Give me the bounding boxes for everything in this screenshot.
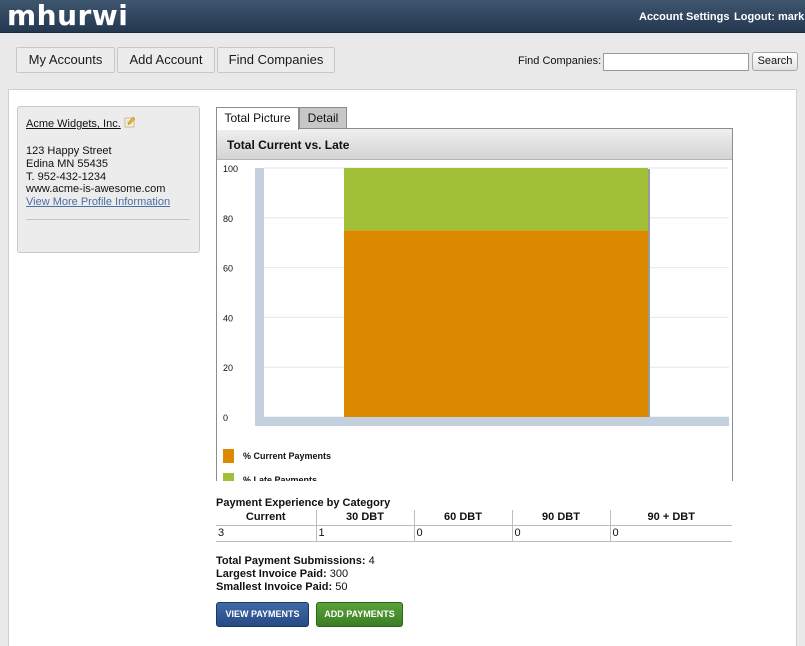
top-bar: mhurwi Account Settings Logout: mark xyxy=(0,0,805,33)
company-name-link[interactable]: Acme Widgets, Inc. xyxy=(26,118,121,130)
phone-number: T. 952-432-1234 xyxy=(26,171,107,183)
tab-detail[interactable]: Detail xyxy=(299,107,347,129)
app-logo[interactable]: mhurwi xyxy=(7,0,128,32)
y-tick-label: 20 xyxy=(223,363,233,373)
y-tick-label: 80 xyxy=(223,214,233,224)
table-cell: 0 xyxy=(610,525,732,542)
stat-label: Total Payment Submissions: xyxy=(216,555,366,567)
legend-swatch xyxy=(223,449,234,463)
chart-title: Total Current vs. Late xyxy=(227,138,350,152)
stacked-bar-chart: 0 20 40 60 80 100 xyxy=(223,164,729,426)
city-state-zip: Edina MN 55435 xyxy=(26,158,108,170)
search-button[interactable]: Search xyxy=(752,52,798,71)
table-cell: 1 xyxy=(316,525,415,542)
y-tick-label: 0 xyxy=(223,413,228,423)
total-submissions: Total Payment Submissions: 4 xyxy=(216,555,375,567)
smallest-invoice: Smallest Invoice Paid: 50 xyxy=(216,581,347,593)
y-tick-label: 60 xyxy=(223,264,233,274)
payment-experience-table: Current 30 DBT 60 DBT 90 DBT 90 + DBT 3 … xyxy=(216,510,732,542)
bar-shadow xyxy=(648,169,650,417)
chart-tick-labels: 0 20 40 60 80 100 xyxy=(223,164,238,423)
edit-icon[interactable] xyxy=(124,116,136,128)
legend-label: % Late Payments xyxy=(243,475,318,481)
legend-label: % Current Payments xyxy=(243,451,332,461)
largest-invoice: Largest Invoice Paid: 300 xyxy=(216,568,348,580)
account-settings-link[interactable]: Account Settings xyxy=(639,11,729,23)
find-companies-label: Find Companies: xyxy=(518,55,602,67)
table-cell: 3 xyxy=(216,525,317,542)
stat-value: 50 xyxy=(335,581,348,593)
view-payments-button[interactable]: VIEW PAYMENTS xyxy=(216,602,309,627)
y-axis-wall xyxy=(255,168,264,426)
table-row: 3 1 0 0 0 xyxy=(216,525,732,542)
column-header: Current xyxy=(216,510,317,526)
stat-label: Largest Invoice Paid: xyxy=(216,568,327,580)
add-payments-button[interactable]: ADD PAYMENTS xyxy=(316,602,403,627)
legend-swatch xyxy=(223,473,234,481)
view-more-profile-link[interactable]: View More Profile Information xyxy=(26,196,170,208)
payment-table-title: Payment Experience by Category xyxy=(216,497,391,509)
find-companies-button[interactable]: Find Companies xyxy=(217,47,335,73)
chart-bars xyxy=(344,168,650,417)
street-address: 123 Happy Street xyxy=(26,145,112,157)
my-accounts-button[interactable]: My Accounts xyxy=(16,47,115,73)
profile-divider xyxy=(26,219,190,220)
stat-value: 4 xyxy=(368,555,375,567)
bar-segment-late xyxy=(344,168,648,231)
column-header: 90 + DBT xyxy=(610,510,732,526)
logout-link[interactable]: Logout: mark xyxy=(734,11,804,23)
y-tick-label: 100 xyxy=(223,164,238,174)
table-header-row: Current 30 DBT 60 DBT 90 DBT 90 + DBT xyxy=(216,510,732,526)
bar-segment-current xyxy=(344,230,648,417)
x-axis-floor xyxy=(255,417,729,426)
column-header: 30 DBT xyxy=(316,510,415,526)
stat-label: Smallest Invoice Paid: xyxy=(216,581,333,593)
chart-header: Total Current vs. Late xyxy=(217,129,732,160)
column-header: 90 DBT xyxy=(512,510,611,526)
stat-value: 300 xyxy=(329,568,349,580)
chart-panel: Total Current vs. Late 0 20 40 60 80 100 % Cu… xyxy=(216,128,733,481)
table-cell: 0 xyxy=(414,525,513,542)
website: www.acme-is-awesome.com xyxy=(26,183,166,195)
table-cell: 0 xyxy=(512,525,611,542)
tab-total-picture[interactable]: Total Picture xyxy=(216,107,299,130)
add-account-button[interactable]: Add Account xyxy=(117,47,215,73)
y-tick-label: 40 xyxy=(223,313,233,323)
search-input[interactable] xyxy=(603,53,749,71)
column-header: 60 DBT xyxy=(414,510,513,526)
